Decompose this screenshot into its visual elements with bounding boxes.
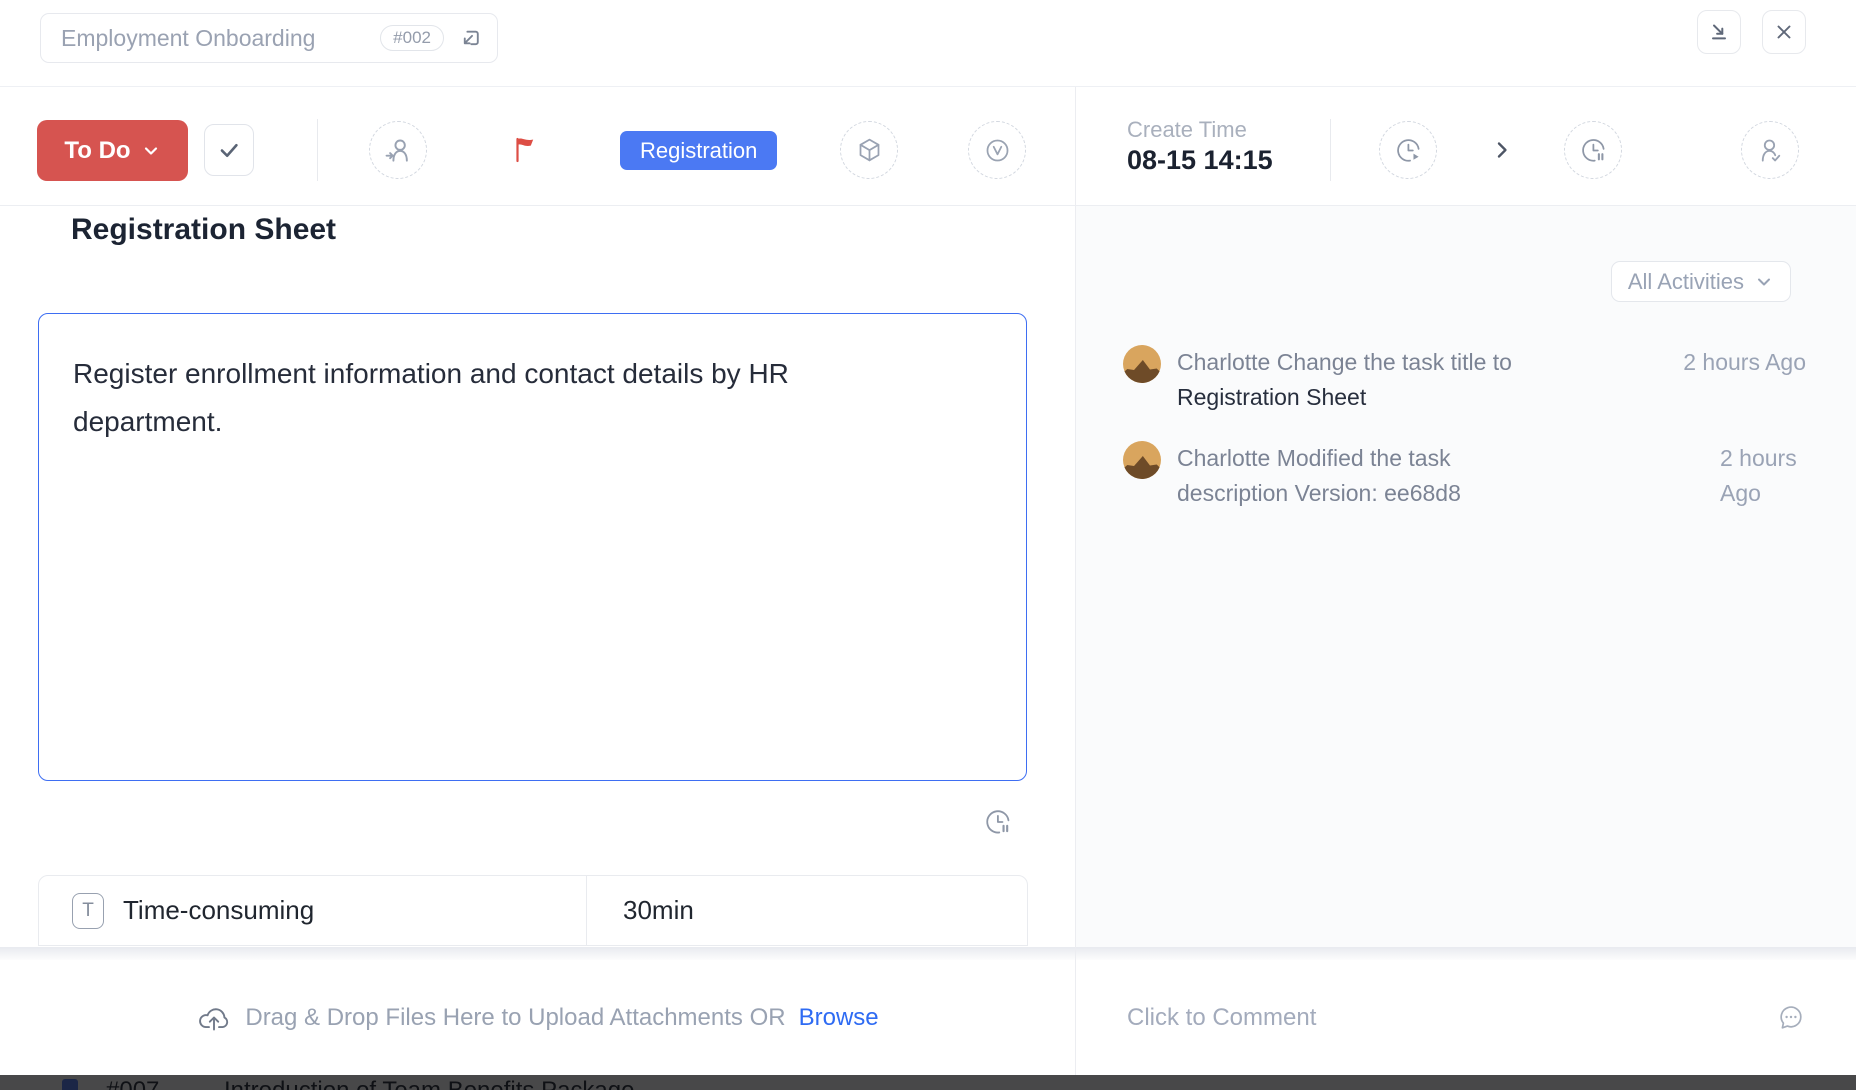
version-button[interactable] — [968, 121, 1026, 179]
time-spent-icon[interactable] — [982, 806, 1014, 838]
status-dropdown[interactable]: To Do — [37, 120, 188, 181]
collapse-icon — [1707, 20, 1731, 44]
field-label: Time-consuming — [123, 895, 314, 926]
chevron-down-icon — [1754, 272, 1774, 292]
activities-filter-label: All Activities — [1628, 269, 1744, 295]
clock-start-icon — [1393, 135, 1424, 166]
comment-input[interactable]: Click to Comment — [1127, 1004, 1316, 1032]
background-row-title: Introduction of Team Benefits Package — [224, 1077, 634, 1090]
activity-item: Charlotte Modified the task description … — [1123, 441, 1806, 511]
task-nav-title: Employment Onboarding — [61, 25, 366, 52]
priority-flag-icon[interactable] — [508, 134, 540, 166]
description-line: department. — [73, 398, 992, 446]
module-button[interactable] — [840, 121, 898, 179]
check-icon — [216, 137, 242, 163]
activities-filter-dropdown[interactable]: All Activities — [1611, 261, 1791, 302]
activity-item: Charlotte Change the task title to Regis… — [1123, 345, 1806, 415]
complete-check-button[interactable] — [204, 124, 254, 176]
activity-time: 2 hours Ago — [1683, 345, 1806, 380]
assignee-button[interactable] — [369, 121, 427, 179]
cube-icon — [854, 135, 885, 166]
end-time-button[interactable] — [1564, 121, 1622, 179]
field-type-letter: T — [82, 900, 94, 922]
cloud-upload-icon — [196, 1001, 232, 1034]
background-task-row: #007 Introduction of Team Benefits Packa… — [0, 1075, 1856, 1090]
avatar — [1123, 345, 1161, 383]
status-label: To Do — [64, 137, 130, 165]
topbar-actions — [1697, 10, 1806, 54]
tag-badge[interactable]: Registration — [620, 131, 777, 170]
main-panel: Registration Sheet Register enrollment i… — [0, 206, 1075, 960]
field-value-cell[interactable]: 30min — [586, 876, 1027, 945]
field-label-cell: T Time-consuming — [39, 876, 586, 945]
activity-list: Charlotte Change the task title to Regis… — [1123, 345, 1806, 537]
description-line: Register enrollment information and cont… — [73, 350, 992, 398]
create-time-value: 08-15 14:15 — [1127, 145, 1273, 176]
close-icon — [1773, 21, 1795, 43]
version-v-icon — [982, 135, 1013, 166]
topbar: Employment Onboarding #002 — [0, 0, 1856, 87]
avatar — [1123, 441, 1161, 479]
activity-time: 2 hours Ago — [1720, 441, 1806, 511]
task-nav-pill[interactable]: Employment Onboarding #002 — [40, 13, 498, 63]
create-time-label: Create Time — [1127, 117, 1247, 143]
reviewer-button[interactable] — [1741, 121, 1799, 179]
activity-panel: All Activities Charlotte Change the task… — [1075, 206, 1856, 960]
activity-text: Charlotte Modified the task description … — [1177, 441, 1712, 511]
chevron-down-icon — [141, 141, 161, 161]
task-id-badge: #002 — [380, 25, 444, 51]
arrow-right-icon — [1487, 135, 1517, 165]
field-value: 30min — [623, 895, 694, 926]
fields-table: T Time-consuming 30min — [38, 875, 1028, 946]
toolbar-divider — [1330, 119, 1331, 181]
upload-dropzone[interactable]: Drag & Drop Files Here to Upload Attachm… — [0, 960, 1075, 1075]
panel-divider — [1075, 87, 1076, 1090]
start-time-button[interactable] — [1379, 121, 1437, 179]
comment-footer: Click to Comment — [1075, 960, 1856, 1075]
toolbar-divider — [317, 119, 318, 181]
task-title[interactable]: Registration Sheet — [71, 213, 336, 247]
person-add-icon — [382, 134, 414, 166]
minimize-button[interactable] — [1697, 10, 1741, 54]
toolbar-right: Create Time 08-15 14:15 — [1075, 87, 1856, 206]
background-row-checkbox — [62, 1079, 78, 1090]
toolbar: To Do — [0, 87, 1075, 206]
browse-link[interactable]: Browse — [799, 1004, 879, 1032]
person-check-icon — [1754, 134, 1786, 166]
comment-bubble-icon[interactable] — [1775, 1002, 1807, 1034]
description-editor[interactable]: Register enrollment information and cont… — [38, 313, 1027, 781]
clock-end-icon — [1578, 135, 1609, 166]
text-field-type-icon: T — [72, 893, 104, 929]
close-button[interactable] — [1762, 10, 1806, 54]
background-row-id: #007 — [106, 1077, 159, 1090]
scroll-fade — [0, 947, 1856, 961]
open-task-icon[interactable] — [458, 26, 483, 51]
upload-text: Drag & Drop Files Here to Upload Attachm… — [245, 1004, 785, 1032]
activity-text: Charlotte Change the task title to Regis… — [1177, 345, 1675, 415]
task-detail-modal: Employment Onboarding #002 — [0, 0, 1856, 1090]
tag-label: Registration — [640, 138, 757, 164]
